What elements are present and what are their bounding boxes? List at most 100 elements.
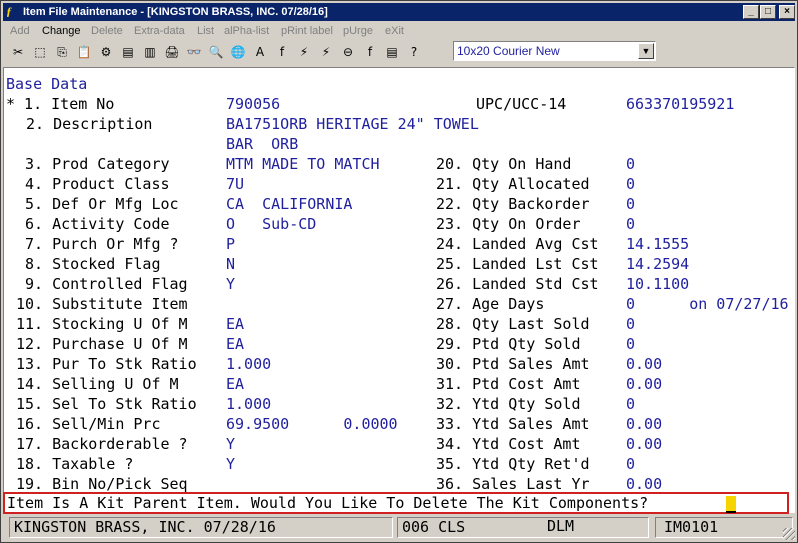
field-left-label: 5. Def Or Mfg Loc: [16, 195, 179, 213]
field-right-value[interactable]: 0.00: [626, 354, 662, 374]
field-left-value[interactable]: Y: [226, 454, 235, 474]
font-select-value: 10x20 Courier New: [457, 44, 560, 58]
binoculars-icon[interactable]: 👓: [185, 42, 203, 62]
upc-value[interactable]: 663370195921: [626, 94, 734, 114]
menu-alpha-list[interactable]: alPha-list: [224, 25, 269, 37]
field-left-label: 3. Prod Category: [16, 155, 170, 173]
menu-list[interactable]: List: [197, 25, 214, 37]
field-left-value[interactable]: MTM MADE TO MATCH: [226, 154, 380, 174]
menu-bar: Add Change Delete Extra-data List alPha-…: [3, 23, 795, 40]
description-value-line2[interactable]: BAR ORB: [226, 134, 298, 154]
field-left-label: 15. Sel To Stk Ratio: [16, 395, 197, 413]
italic-f-icon[interactable]: f: [273, 42, 291, 62]
menu-print-label[interactable]: pRint label: [281, 25, 333, 37]
link-icon[interactable]: ⊖: [339, 42, 357, 62]
field-left-label: 6. Activity Code: [16, 215, 170, 233]
field-right-label: 27. Age Days: [436, 295, 545, 313]
field-right-value[interactable]: 0: [626, 154, 635, 174]
field-right-value[interactable]: 0.00: [626, 434, 662, 454]
field-left-value[interactable]: 1.000: [226, 354, 271, 374]
lightning-doc-icon[interactable]: ⚡: [317, 42, 335, 62]
field-right-label: 33. Ytd Sales Amt: [436, 415, 590, 433]
field-left-value[interactable]: EA: [226, 334, 244, 354]
status-code: 006 CLS: [397, 517, 649, 538]
text-cursor[interactable]: [726, 496, 736, 513]
description-value[interactable]: BA1751ORB HERITAGE 24" TOWEL: [226, 114, 479, 134]
cut-icon[interactable]: ✂: [9, 42, 27, 62]
maximize-button[interactable]: □: [760, 5, 776, 19]
field-right-value[interactable]: 14.2594: [626, 254, 689, 274]
field-right-value[interactable]: 0: [626, 454, 635, 474]
field-left-label: 14. Selling U Of M: [16, 375, 179, 393]
chevron-down-icon[interactable]: ▼: [638, 43, 654, 59]
app-icon: ƒ: [6, 4, 12, 18]
field-right-value[interactable]: 0 on 07/27/16: [626, 294, 789, 314]
field-right-value[interactable]: 0: [626, 314, 635, 334]
field-left-value[interactable]: EA: [226, 374, 244, 394]
globe-icon[interactable]: 🌐: [229, 42, 247, 62]
window-title: Item File Maintenance - [KINGSTON BRASS,…: [23, 6, 328, 18]
resize-grip[interactable]: [783, 528, 795, 540]
letter-a-icon[interactable]: A: [251, 42, 269, 62]
menu-change[interactable]: Change: [42, 25, 81, 37]
printer-icon[interactable]: 🖨: [163, 42, 181, 62]
menu-add[interactable]: Add: [10, 25, 30, 37]
title-bar[interactable]: ƒ Item File Maintenance - [KINGSTON BRAS…: [3, 3, 795, 21]
form-icon[interactable]: ▤: [119, 42, 137, 62]
status-user: DLM: [547, 517, 575, 535]
item-no-value[interactable]: 790056: [226, 94, 280, 114]
field-right-value[interactable]: 0: [626, 194, 635, 214]
minimize-button[interactable]: _: [743, 5, 759, 19]
stack-icon[interactable]: ▤: [383, 42, 401, 62]
menu-extra-data[interactable]: Extra-data: [134, 25, 185, 37]
menu-purge[interactable]: pUrge: [343, 25, 373, 37]
confirmation-prompt: Item Is A Kit Parent Item. Would You Lik…: [3, 492, 789, 514]
field-left-value[interactable]: O Sub-CD: [226, 214, 316, 234]
field-left-value[interactable]: N: [226, 254, 235, 274]
field-right-value[interactable]: 0.00: [626, 374, 662, 394]
help-pointer-icon[interactable]: ?: [405, 42, 423, 62]
field-left-value[interactable]: 1.000: [226, 394, 271, 414]
copy-icon[interactable]: ⎘: [53, 42, 71, 62]
field-right-value[interactable]: 14.1555: [626, 234, 689, 254]
field-left-label: 17. Backorderable ?: [16, 435, 188, 453]
field-right-label: 26. Landed Std Cst: [436, 275, 599, 293]
lightning-icon[interactable]: ⚡: [295, 42, 313, 62]
note-icon[interactable]: ▥: [141, 42, 159, 62]
description-label: 2. Description: [26, 115, 153, 133]
field-left-value[interactable]: 7U: [226, 174, 244, 194]
menu-exit[interactable]: eXit: [385, 25, 404, 37]
field-right-value[interactable]: 10.1100: [626, 274, 689, 294]
field-left-label: 18. Taxable ?: [16, 455, 134, 473]
field-left-label: 11. Stocking U Of M: [16, 315, 188, 333]
paste-icon[interactable]: 📋: [75, 42, 93, 62]
field-right-value[interactable]: 0: [626, 334, 635, 354]
section-header: Base Data: [6, 75, 88, 93]
field-right-label: 35. Ytd Qty Ret'd: [436, 455, 590, 473]
field-left-value[interactable]: 69.9500 0.0000: [226, 414, 398, 434]
fx-icon[interactable]: f: [361, 42, 379, 62]
close-button[interactable]: ×: [779, 5, 795, 19]
field-left-label: 12. Purchase U Of M: [16, 335, 188, 353]
font-select[interactable]: 10x20 Courier New ▼: [453, 41, 656, 61]
field-right-label: 20. Qty On Hand: [436, 155, 572, 173]
field-right-label: 28. Qty Last Sold: [436, 315, 590, 333]
gear-icon[interactable]: ⚙: [97, 42, 115, 62]
magnifier-icon[interactable]: 🔍: [207, 42, 225, 62]
field-right-value[interactable]: 0.00: [626, 414, 662, 434]
field-left-value[interactable]: P: [226, 234, 235, 254]
field-right-label: 22. Qty Backorder: [436, 195, 590, 213]
field-right-value[interactable]: 0: [626, 394, 635, 414]
field-left-label: 19. Bin No/Pick Seq: [16, 475, 188, 493]
field-right-value[interactable]: 0: [626, 214, 635, 234]
menu-delete[interactable]: Delete: [91, 25, 123, 37]
select-icon[interactable]: ⬚: [31, 42, 49, 62]
field-left-label: 9. Controlled Flag: [16, 275, 188, 293]
field-right-value[interactable]: 0: [626, 174, 635, 194]
field-left-value[interactable]: Y: [226, 434, 235, 454]
field-left-value[interactable]: EA: [226, 314, 244, 334]
field-left-value[interactable]: Y: [226, 274, 235, 294]
app-window: ƒ Item File Maintenance - [KINGSTON BRAS…: [0, 0, 798, 543]
field-left-value[interactable]: CA CALIFORNIA: [226, 194, 352, 214]
field-right-value[interactable]: 0.00: [626, 474, 662, 494]
